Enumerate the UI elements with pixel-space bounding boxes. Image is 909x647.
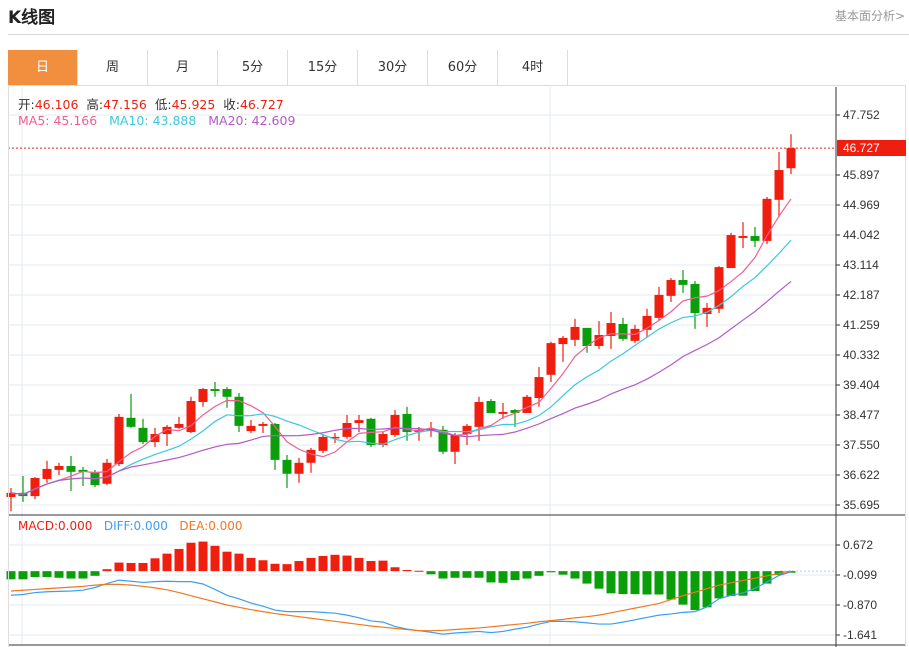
- ohlc-legend: 开:46.106 高:47.156 低:45.925 收:46.727: [18, 94, 284, 113]
- fundamental-analysis-link[interactable]: 基本面分析>: [835, 7, 905, 24]
- tab-day[interactable]: 日: [8, 50, 78, 85]
- close-label: 收:: [223, 97, 240, 112]
- diff-value: DIFF:0.000: [103, 519, 168, 533]
- open-value: 46.106: [34, 97, 79, 112]
- chart-frame: [8, 50, 906, 647]
- tab-4hour[interactable]: 4时: [498, 50, 568, 85]
- page-title: K线图: [8, 8, 56, 28]
- period-tabs: 日 周 月 5分 15分 30分 60分 4时: [8, 50, 906, 86]
- low-value: 45.925: [171, 97, 216, 112]
- divider: [8, 34, 909, 35]
- tab-15min[interactable]: 15分: [288, 50, 358, 85]
- current-price-label: 46.727: [837, 140, 906, 157]
- tab-month[interactable]: 月: [148, 50, 218, 85]
- high-value: 47.156: [103, 97, 147, 112]
- low-label: 低:: [154, 97, 172, 112]
- macd-value: MACD:0.000: [18, 519, 93, 533]
- tab-week[interactable]: 周: [78, 50, 148, 85]
- ma10-value: MA10: 43.888: [109, 113, 197, 128]
- ma-legend: MA5: 45.166 MA10: 43.888 MA20: 42.609: [18, 113, 295, 128]
- high-label: 高:: [86, 97, 104, 112]
- tab-30min[interactable]: 30分: [358, 50, 428, 85]
- macd-legend: MACD:0.000 DIFF:0.000 DEA:0.000: [18, 519, 243, 533]
- tab-60min[interactable]: 60分: [428, 50, 498, 85]
- tab-5min[interactable]: 5分: [218, 50, 288, 85]
- ma20-value: MA20: 42.609: [208, 113, 296, 128]
- open-label: 开:: [18, 97, 35, 112]
- dea-value: DEA:0.000: [179, 519, 243, 533]
- ma5-value: MA5: 45.166: [18, 113, 98, 128]
- close-value: 46.727: [239, 97, 284, 112]
